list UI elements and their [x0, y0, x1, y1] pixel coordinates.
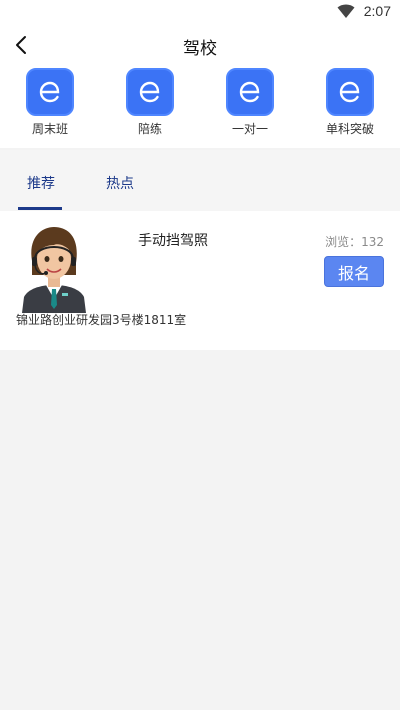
category-bar: 周末班 陪练 一对一 单科突破 [0, 66, 400, 148]
list-item[interactable]: 手动挡驾照 浏览：132 报名 锦业路创业研发园3号楼1811室 [0, 211, 400, 350]
status-time: 2:07 [363, 3, 391, 19]
view-count: 浏览：132 [325, 235, 384, 249]
avatar [22, 227, 86, 313]
category-label: 周末班 [31, 122, 68, 136]
category-practice[interactable]: 陪练 [100, 68, 200, 148]
listing-title: 手动挡驾照 [138, 233, 208, 249]
page-title: 驾校 [183, 39, 217, 59]
app-header: 驾校 [0, 24, 400, 66]
listing-address: 锦业路创业研发园3号楼1811室 [16, 313, 187, 327]
wifi-icon [337, 4, 355, 18]
tab-bar: 推荐 热点 [0, 150, 400, 211]
e-icon [26, 68, 74, 116]
category-one-on-one[interactable]: 一对一 [200, 68, 300, 148]
category-label: 单科突破 [325, 122, 374, 136]
status-bar: 2:07 [0, 0, 400, 24]
e-icon [126, 68, 174, 116]
e-icon [326, 68, 374, 116]
e-icon [226, 68, 274, 116]
category-weekend-class[interactable]: 周末班 [0, 68, 100, 148]
tab-hot[interactable]: 热点 [106, 173, 134, 193]
signup-button[interactable]: 报名 [324, 256, 384, 287]
category-label: 陪练 [137, 122, 162, 136]
active-tab-indicator [18, 207, 62, 210]
tab-recommended[interactable]: 推荐 [27, 173, 55, 193]
category-single-subject[interactable]: 单科突破 [300, 68, 400, 148]
category-label: 一对一 [231, 122, 268, 136]
